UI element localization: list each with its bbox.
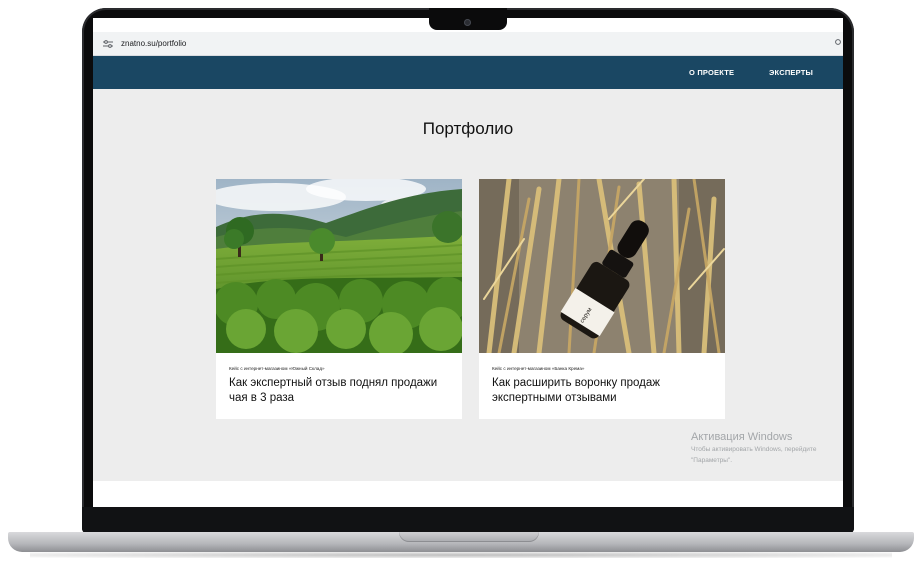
- laptop-base-notch: [399, 532, 539, 542]
- watermark-line: Чтобы активировать Windows, перейдите: [691, 446, 817, 453]
- nav-link-experts[interactable]: ЭКСПЕРТЫ: [769, 68, 813, 77]
- serum-bottle-wheat-photo: серум: [479, 179, 725, 353]
- watermark-line: "Параметры".: [691, 457, 733, 464]
- url-text[interactable]: znatno.su/portfolio: [121, 39, 186, 48]
- portfolio-card-tea[interactable]: Кейс с интернет-магазином «Южный Склад» …: [216, 179, 462, 419]
- site-header: О ПРОЕКТЕ ЭКСПЕРТЫ: [93, 56, 843, 89]
- page-title: Портфолио: [422, 119, 514, 138]
- windows-activation-watermark: Активация Windows Чтобы активировать Win…: [691, 431, 816, 465]
- tea-plantation-photo: [216, 179, 462, 353]
- card-title[interactable]: Как расширить воронку продаж экспертными…: [492, 376, 714, 406]
- laptop-shadow: [30, 552, 892, 558]
- card-title[interactable]: Как экспертный отзыв поднял продажи чая …: [229, 376, 451, 406]
- nav-link-about[interactable]: О ПРОЕКТЕ: [689, 68, 734, 77]
- card-caption: Кейс с интернет-магазином «Банка Крема»: [492, 366, 585, 371]
- tab-area-left: [93, 21, 429, 32]
- tab-area-right: [507, 21, 843, 32]
- portfolio-card-cream[interactable]: серум Кейс с интернет-магазином «Банка К…: [479, 179, 725, 419]
- tune-icon[interactable]: [101, 37, 115, 51]
- screen-bottom-bezel: [82, 507, 854, 534]
- address-bar[interactable]: znatno.su/portfolio: [93, 32, 843, 56]
- camera-icon: [464, 19, 471, 26]
- watermark-title: Активация Windows: [691, 431, 793, 443]
- laptop-screen: znatno.su/portfolio О ПРОЕКТЕ ЭКСПЕРТЫ П…: [93, 18, 843, 507]
- card-caption: Кейс с интернет-магазином «Южный Склад»: [229, 366, 325, 371]
- more-icon[interactable]: [835, 38, 841, 48]
- page-footer-strip: [93, 481, 843, 507]
